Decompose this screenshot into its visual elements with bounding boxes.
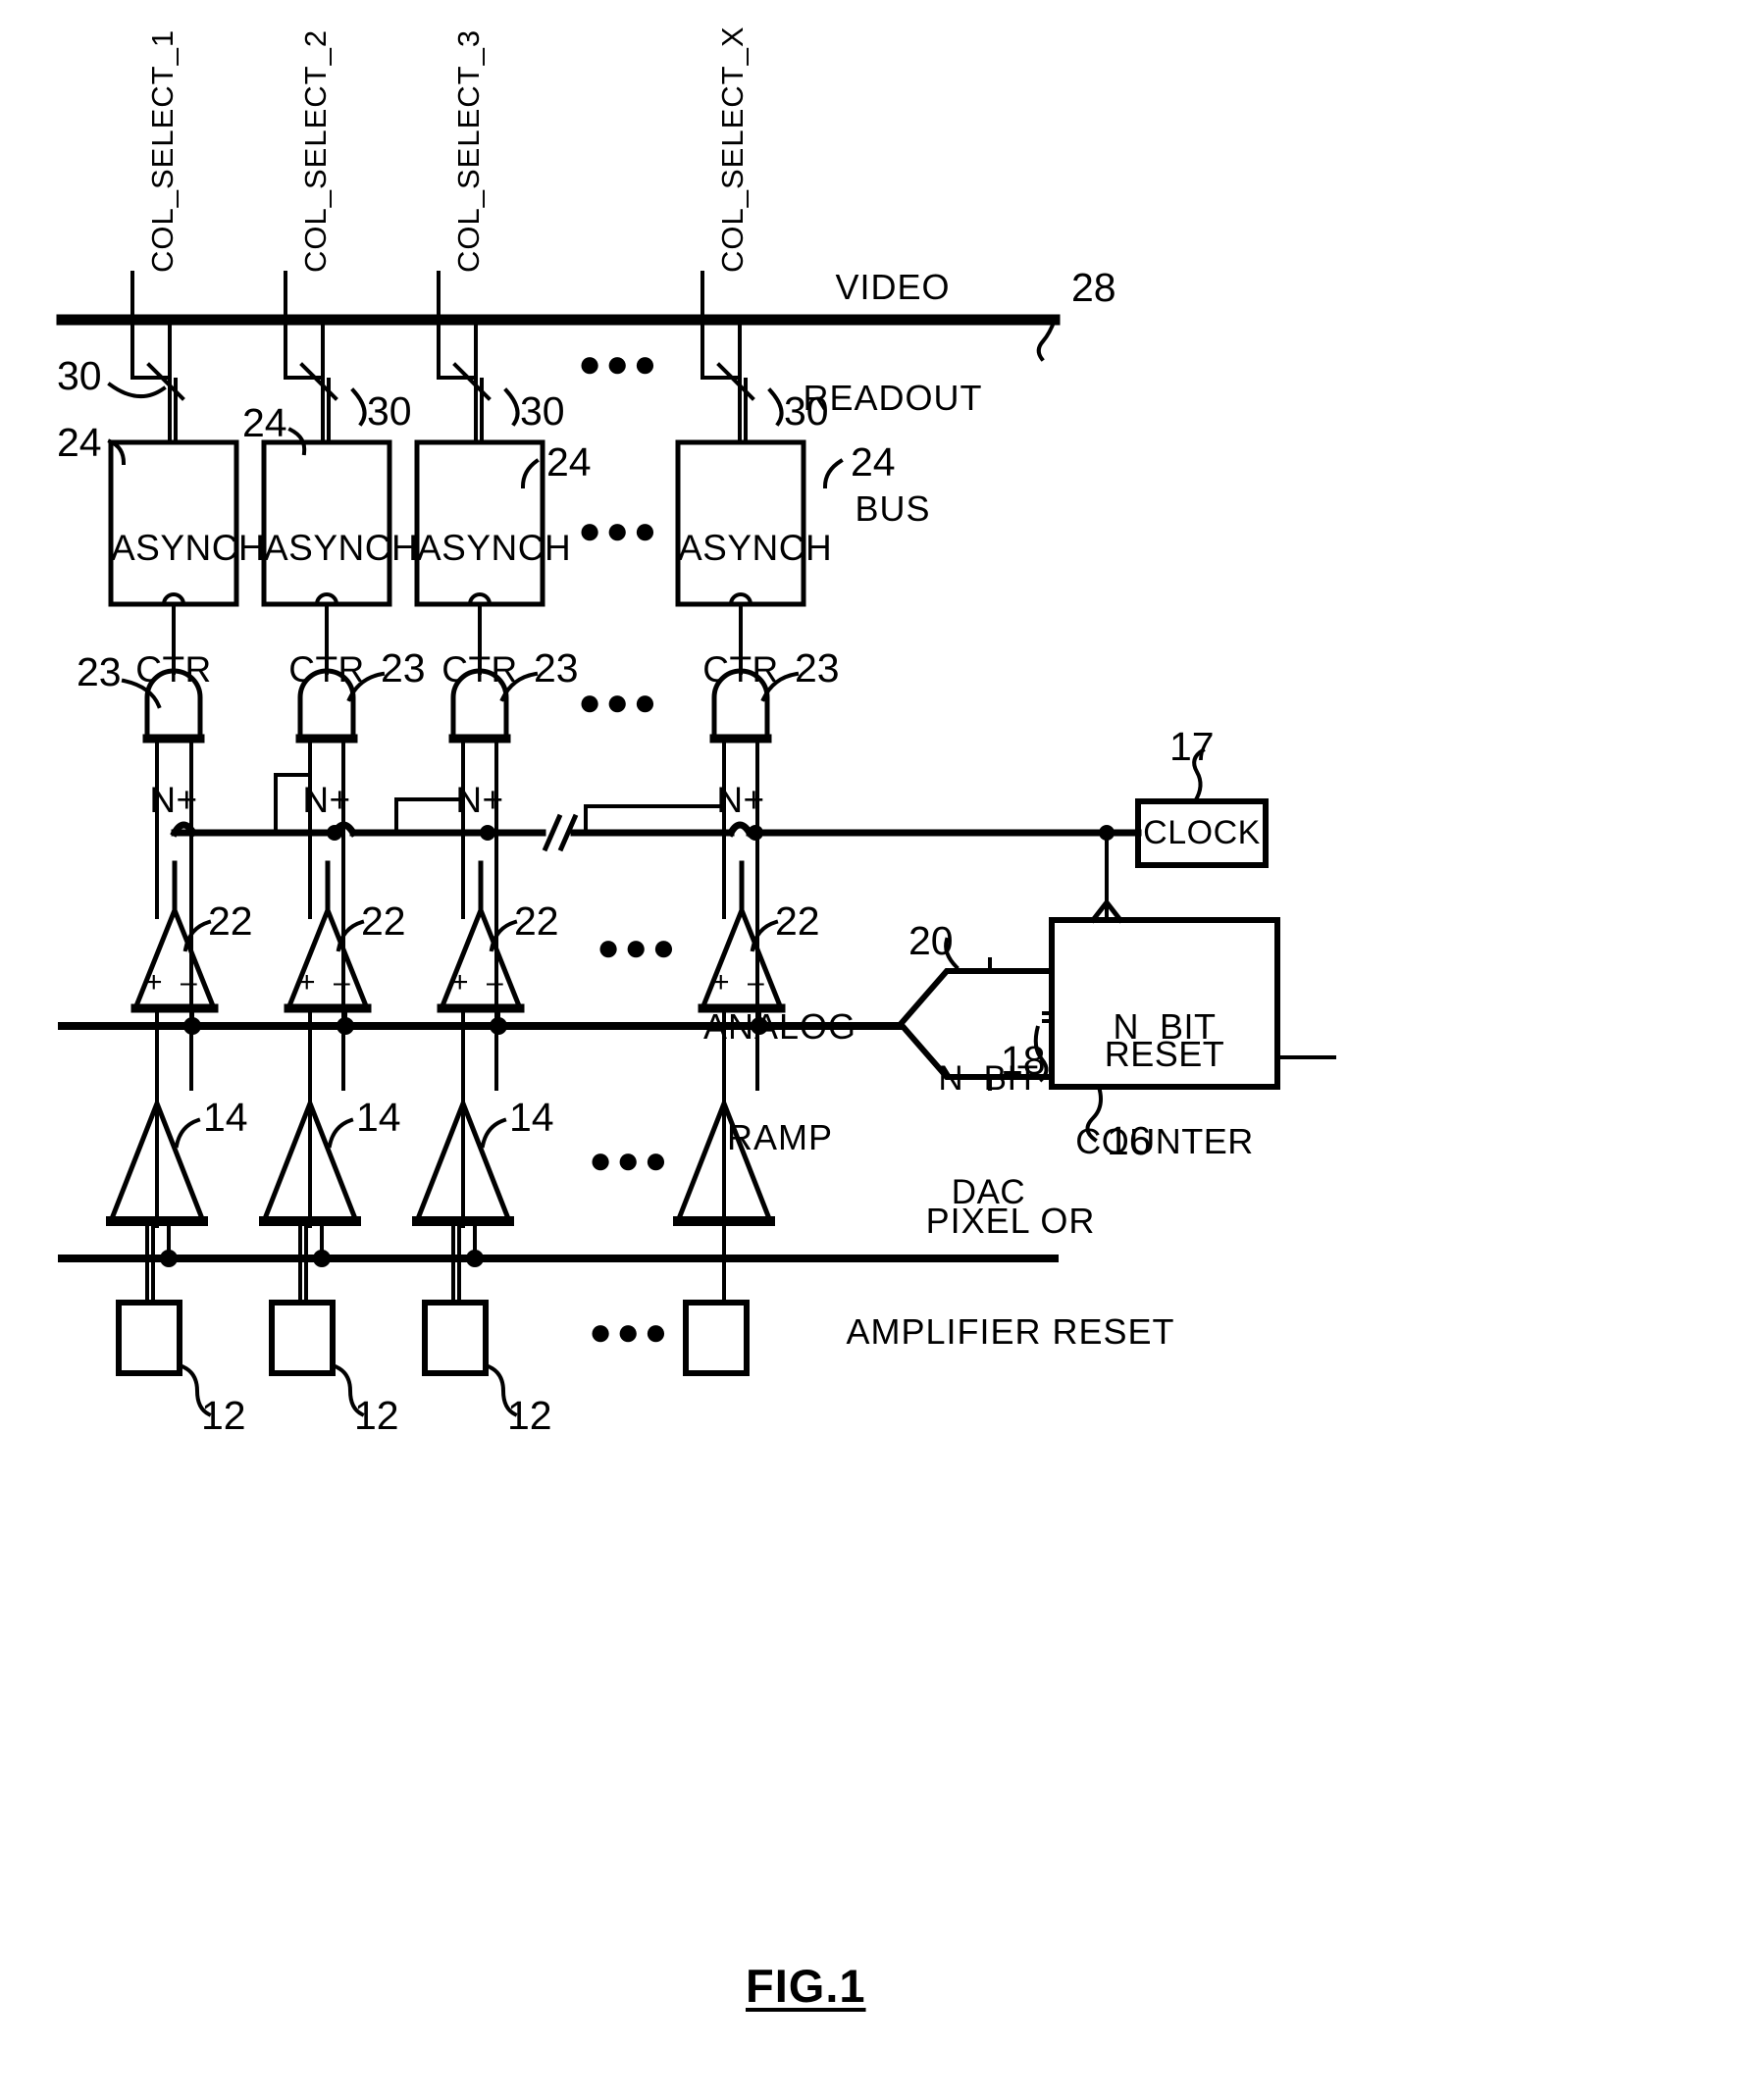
clock-block-label: CLOCK (1143, 814, 1261, 851)
pixel-reset-line-1: PIXEL OR (925, 1200, 1096, 1241)
ref-22-label-2: 22 (361, 898, 406, 944)
asynch-ctr-line1: ASYNCH (111, 527, 266, 568)
comparator-minus-1: – (181, 966, 198, 999)
ref-30-label-1: 30 (57, 353, 102, 398)
ref-20-label: 20 (908, 918, 954, 963)
col-select-2-label: COL_SELECT_2 (298, 28, 333, 273)
asynch-ctr-line2: CTR (288, 649, 365, 691)
ref-12-label-1: 12 (201, 1393, 246, 1438)
asynch-ctr-line1: ASYNCH (417, 527, 572, 568)
ref-23-label-3: 23 (534, 645, 579, 691)
comparator-plus-1: + (145, 966, 164, 999)
ref-14-label-2: 14 (356, 1095, 401, 1140)
ref-14-label-1: 14 (203, 1095, 248, 1140)
n-bit-counter-reset-label: RESET (1104, 1034, 1225, 1074)
comparator-plus-2: + (298, 966, 317, 999)
ref-12-label-3: 12 (507, 1393, 552, 1438)
figure-caption: FIG.1 (746, 1960, 866, 2012)
ref-23-label-4: 23 (795, 645, 840, 691)
ref-30-label-3: 30 (520, 388, 565, 434)
patent-figure-1: COL_SELECT_1 COL_SELECT_2 COL_SELECT_3 C… (0, 0, 1764, 2100)
analog-ramp-line-1: ANALOG (702, 1005, 857, 1047)
video-readout-line-1: VIDEO (835, 266, 951, 307)
asynch-ctr-line1: ASYNCH (678, 527, 833, 568)
ellipsis-switch-row: ●●● (578, 342, 661, 385)
ref-23-label-1: 23 (77, 649, 122, 694)
video-readout-line-3: BUS (855, 488, 931, 530)
asynch-ctr-line3: N+ (716, 779, 765, 820)
comparator-plus-3: + (451, 966, 470, 999)
ref-18-label: 18 (1001, 1038, 1046, 1083)
pixel-reset-line-2: AMPLIFIER RESET (846, 1310, 1175, 1352)
ref-24-label-1: 24 (57, 420, 102, 465)
asynch-ctr-text-3: ASYNCH CTR N+ (417, 453, 572, 896)
col-select-3-label: COL_SELECT_3 (451, 28, 486, 273)
ref-22-label-3: 22 (514, 898, 559, 944)
asynch-ctr-line2: CTR (702, 649, 779, 691)
ref-24-label-3: 24 (546, 439, 592, 485)
ref-30-label-4: 30 (784, 388, 829, 434)
comparator-minus-2: – (334, 966, 351, 999)
ref-17-label: 17 (1169, 724, 1215, 769)
asynch-ctr-text-4: ASYNCH CTR N+ (678, 453, 833, 896)
asynch-ctr-line3: N+ (302, 779, 351, 820)
pixel-amplifier-reset-label: PIXEL OR AMPLIFIER RESET (814, 1128, 1207, 1424)
col-select-1-label: COL_SELECT_1 (145, 28, 180, 273)
asynch-ctr-text-1: ASYNCH CTR N+ (111, 453, 266, 896)
ellipsis-and-row: ●●● (578, 681, 661, 724)
ref-12-label-2: 12 (354, 1393, 399, 1438)
asynch-ctr-line3: N+ (149, 779, 198, 820)
ref-14-label-3: 14 (509, 1095, 554, 1140)
ref-23-label-2: 23 (381, 645, 426, 691)
comparator-minus-3: – (487, 966, 504, 999)
asynch-ctr-line3: N+ (455, 779, 504, 820)
asynch-ctr-text-2: ASYNCH CTR N+ (264, 453, 419, 896)
ellipsis-amplifier-row: ●●● (589, 1139, 672, 1182)
ref-24-label-2: 24 (242, 400, 287, 445)
asynch-ctr-line2: CTR (135, 649, 212, 691)
ref-22-label-1: 22 (208, 898, 253, 944)
ref-30-label-2: 30 (367, 388, 412, 434)
ref-28-label: 28 (1071, 265, 1116, 310)
ellipsis-counter-row: ●●● (578, 509, 661, 552)
col-select-x-label: COL_SELECT_X (715, 26, 750, 274)
asynch-ctr-line2: CTR (441, 649, 518, 691)
ellipsis-pixel-row: ●●● (589, 1310, 672, 1354)
asynch-ctr-line1: ASYNCH (264, 527, 419, 568)
ref-24-label-4: 24 (851, 439, 896, 485)
